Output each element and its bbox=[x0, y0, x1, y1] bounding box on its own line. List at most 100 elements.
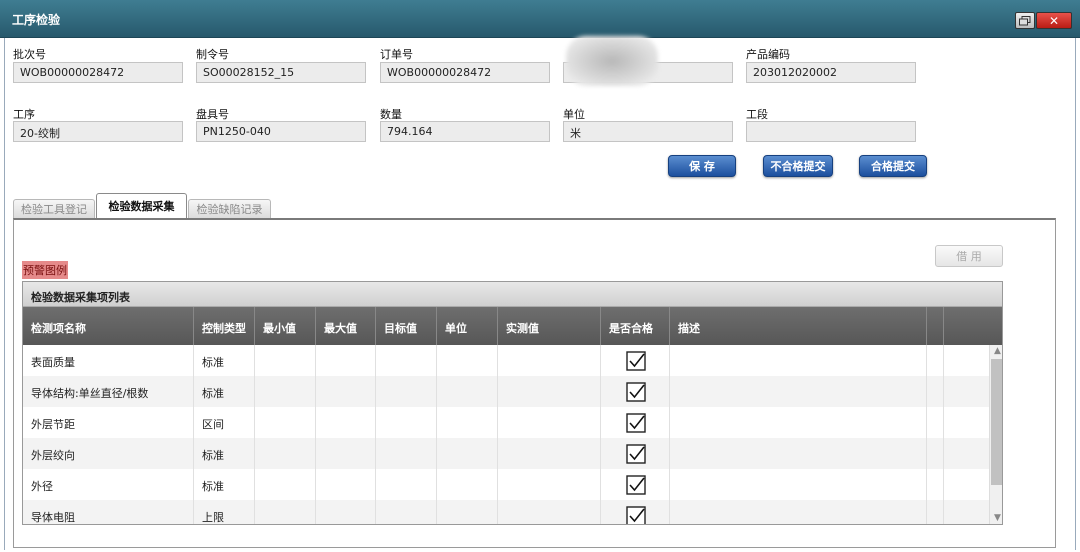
cell-min bbox=[255, 438, 316, 469]
cell-extra bbox=[927, 376, 944, 407]
pass-checkbox[interactable] bbox=[626, 351, 646, 371]
cell-item-name: 表面质量 bbox=[23, 345, 194, 376]
col-header-min[interactable]: 最小值 bbox=[255, 307, 316, 345]
cell-measured[interactable] bbox=[498, 376, 601, 407]
cell-control-type: 区间 bbox=[194, 407, 255, 438]
table-row[interactable]: 导体结构:单丝直径/根数 标准 bbox=[23, 376, 989, 407]
cell-extra bbox=[927, 500, 944, 524]
col-header-pass[interactable]: 是否合格 bbox=[601, 307, 670, 345]
scroll-down-icon[interactable]: ▼ bbox=[990, 513, 1002, 524]
cell-item-name: 导体结构:单丝直径/根数 bbox=[23, 376, 194, 407]
scroll-thumb[interactable] bbox=[991, 359, 1002, 485]
reel-no-field[interactable]: PN1250-040 bbox=[196, 121, 366, 142]
cell-target bbox=[376, 438, 437, 469]
cell-measured[interactable] bbox=[498, 345, 601, 376]
cell-target bbox=[376, 376, 437, 407]
col-header-description[interactable]: 描述 bbox=[670, 307, 927, 345]
pass-checkbox[interactable] bbox=[626, 444, 646, 464]
col-header-name[interactable]: 检测项名称 bbox=[23, 307, 194, 345]
cell-unit bbox=[437, 469, 498, 500]
cell-min bbox=[255, 345, 316, 376]
cell-measured[interactable] bbox=[498, 407, 601, 438]
section-label: 工段 bbox=[746, 108, 768, 121]
cell-item-name: 导体电阻 bbox=[23, 500, 194, 524]
cell-description[interactable] bbox=[670, 469, 927, 500]
order-no-label: 订单号 bbox=[380, 48, 413, 61]
cell-unit bbox=[437, 345, 498, 376]
order-no-field[interactable]: WOB00000028472 bbox=[380, 62, 550, 83]
save-button[interactable]: 保 存 bbox=[668, 155, 736, 177]
cell-item-name: 外层绞向 bbox=[23, 438, 194, 469]
cell-description[interactable] bbox=[670, 345, 927, 376]
pass-checkbox[interactable] bbox=[626, 506, 646, 525]
cell-description[interactable] bbox=[670, 376, 927, 407]
table-row[interactable]: 表面质量 标准 bbox=[23, 345, 989, 376]
table-row[interactable]: 外层节距 区间 bbox=[23, 407, 989, 438]
process-field[interactable]: 20-绞制 bbox=[13, 121, 183, 142]
batch-no-label: 批次号 bbox=[13, 48, 46, 61]
cell-unit bbox=[437, 438, 498, 469]
cell-max bbox=[316, 407, 376, 438]
col-header-max[interactable]: 最大值 bbox=[316, 307, 376, 345]
table-row[interactable]: 导体电阻 上限 bbox=[23, 500, 989, 525]
process-label: 工序 bbox=[13, 108, 35, 121]
cell-extra bbox=[927, 438, 944, 469]
close-icon[interactable]: ✕ bbox=[1036, 12, 1072, 29]
tab-tool-registration[interactable]: 检验工具登记 bbox=[13, 199, 95, 218]
cell-measured[interactable] bbox=[498, 500, 601, 524]
table-row[interactable]: 外径 标准 bbox=[23, 469, 989, 500]
product-code-field[interactable]: 203012020002 bbox=[746, 62, 916, 83]
pass-checkbox[interactable] bbox=[626, 382, 646, 402]
quantity-label: 数量 bbox=[380, 108, 402, 121]
batch-no-field[interactable]: WOB00000028472 bbox=[13, 62, 183, 83]
cell-description[interactable] bbox=[670, 407, 927, 438]
col-header-unit[interactable]: 单位 bbox=[437, 307, 498, 345]
cell-target bbox=[376, 407, 437, 438]
accept-submit-button[interactable]: 合格提交 bbox=[859, 155, 927, 177]
cell-control-type: 标准 bbox=[194, 345, 255, 376]
cell-max bbox=[316, 438, 376, 469]
pass-checkbox[interactable] bbox=[626, 475, 646, 495]
cell-min bbox=[255, 376, 316, 407]
pass-checkbox[interactable] bbox=[626, 413, 646, 433]
cell-min bbox=[255, 500, 316, 524]
window-title: 工序检验 bbox=[12, 13, 61, 27]
cell-control-type: 标准 bbox=[194, 438, 255, 469]
cell-max bbox=[316, 500, 376, 524]
blurred-region bbox=[566, 36, 658, 86]
cell-min bbox=[255, 407, 316, 438]
tab-data-collection[interactable]: 检验数据采集 bbox=[96, 193, 187, 218]
cell-extra bbox=[927, 469, 944, 500]
col-header-target[interactable]: 目标值 bbox=[376, 307, 437, 345]
cell-measured[interactable] bbox=[498, 438, 601, 469]
quantity-field[interactable]: 794.164 bbox=[380, 121, 550, 142]
order-cmd-label: 制令号 bbox=[196, 48, 229, 61]
table-row[interactable]: 外层绞向 标准 bbox=[23, 438, 989, 469]
cell-description[interactable] bbox=[670, 438, 927, 469]
cell-description[interactable] bbox=[670, 500, 927, 524]
order-cmd-field[interactable]: SO00028152_15 bbox=[196, 62, 366, 83]
vertical-scrollbar[interactable]: ▲ ▼ bbox=[989, 345, 1002, 524]
col-header-extra bbox=[927, 307, 944, 345]
cell-control-type: 标准 bbox=[194, 376, 255, 407]
cell-max bbox=[316, 345, 376, 376]
window-titlebar: 工序检验 ✕ bbox=[0, 0, 1080, 38]
cell-unit bbox=[437, 500, 498, 524]
col-header-measured[interactable]: 实测值 bbox=[498, 307, 601, 345]
product-code-label: 产品编码 bbox=[746, 48, 790, 61]
cell-measured[interactable] bbox=[498, 469, 601, 500]
grid-title: 检验数据采集项列表 bbox=[23, 282, 1002, 307]
tab-defect-record[interactable]: 检验缺陷记录 bbox=[188, 199, 271, 218]
inspection-grid: 检验数据采集项列表 检测项名称 控制类型 最小值 最大值 目标值 单位 实测值 … bbox=[22, 281, 1003, 525]
cell-control-type: 标准 bbox=[194, 469, 255, 500]
cell-max bbox=[316, 376, 376, 407]
restore-icon[interactable] bbox=[1015, 12, 1035, 29]
cell-unit bbox=[437, 407, 498, 438]
section-field[interactable] bbox=[746, 121, 916, 142]
unit-field[interactable]: 米 bbox=[563, 121, 733, 142]
cell-unit bbox=[437, 376, 498, 407]
scroll-up-icon[interactable]: ▲ bbox=[990, 346, 1002, 358]
reject-submit-button[interactable]: 不合格提交 bbox=[763, 155, 833, 177]
borrow-button[interactable]: 借 用 bbox=[935, 245, 1003, 267]
col-header-control-type[interactable]: 控制类型 bbox=[194, 307, 255, 345]
